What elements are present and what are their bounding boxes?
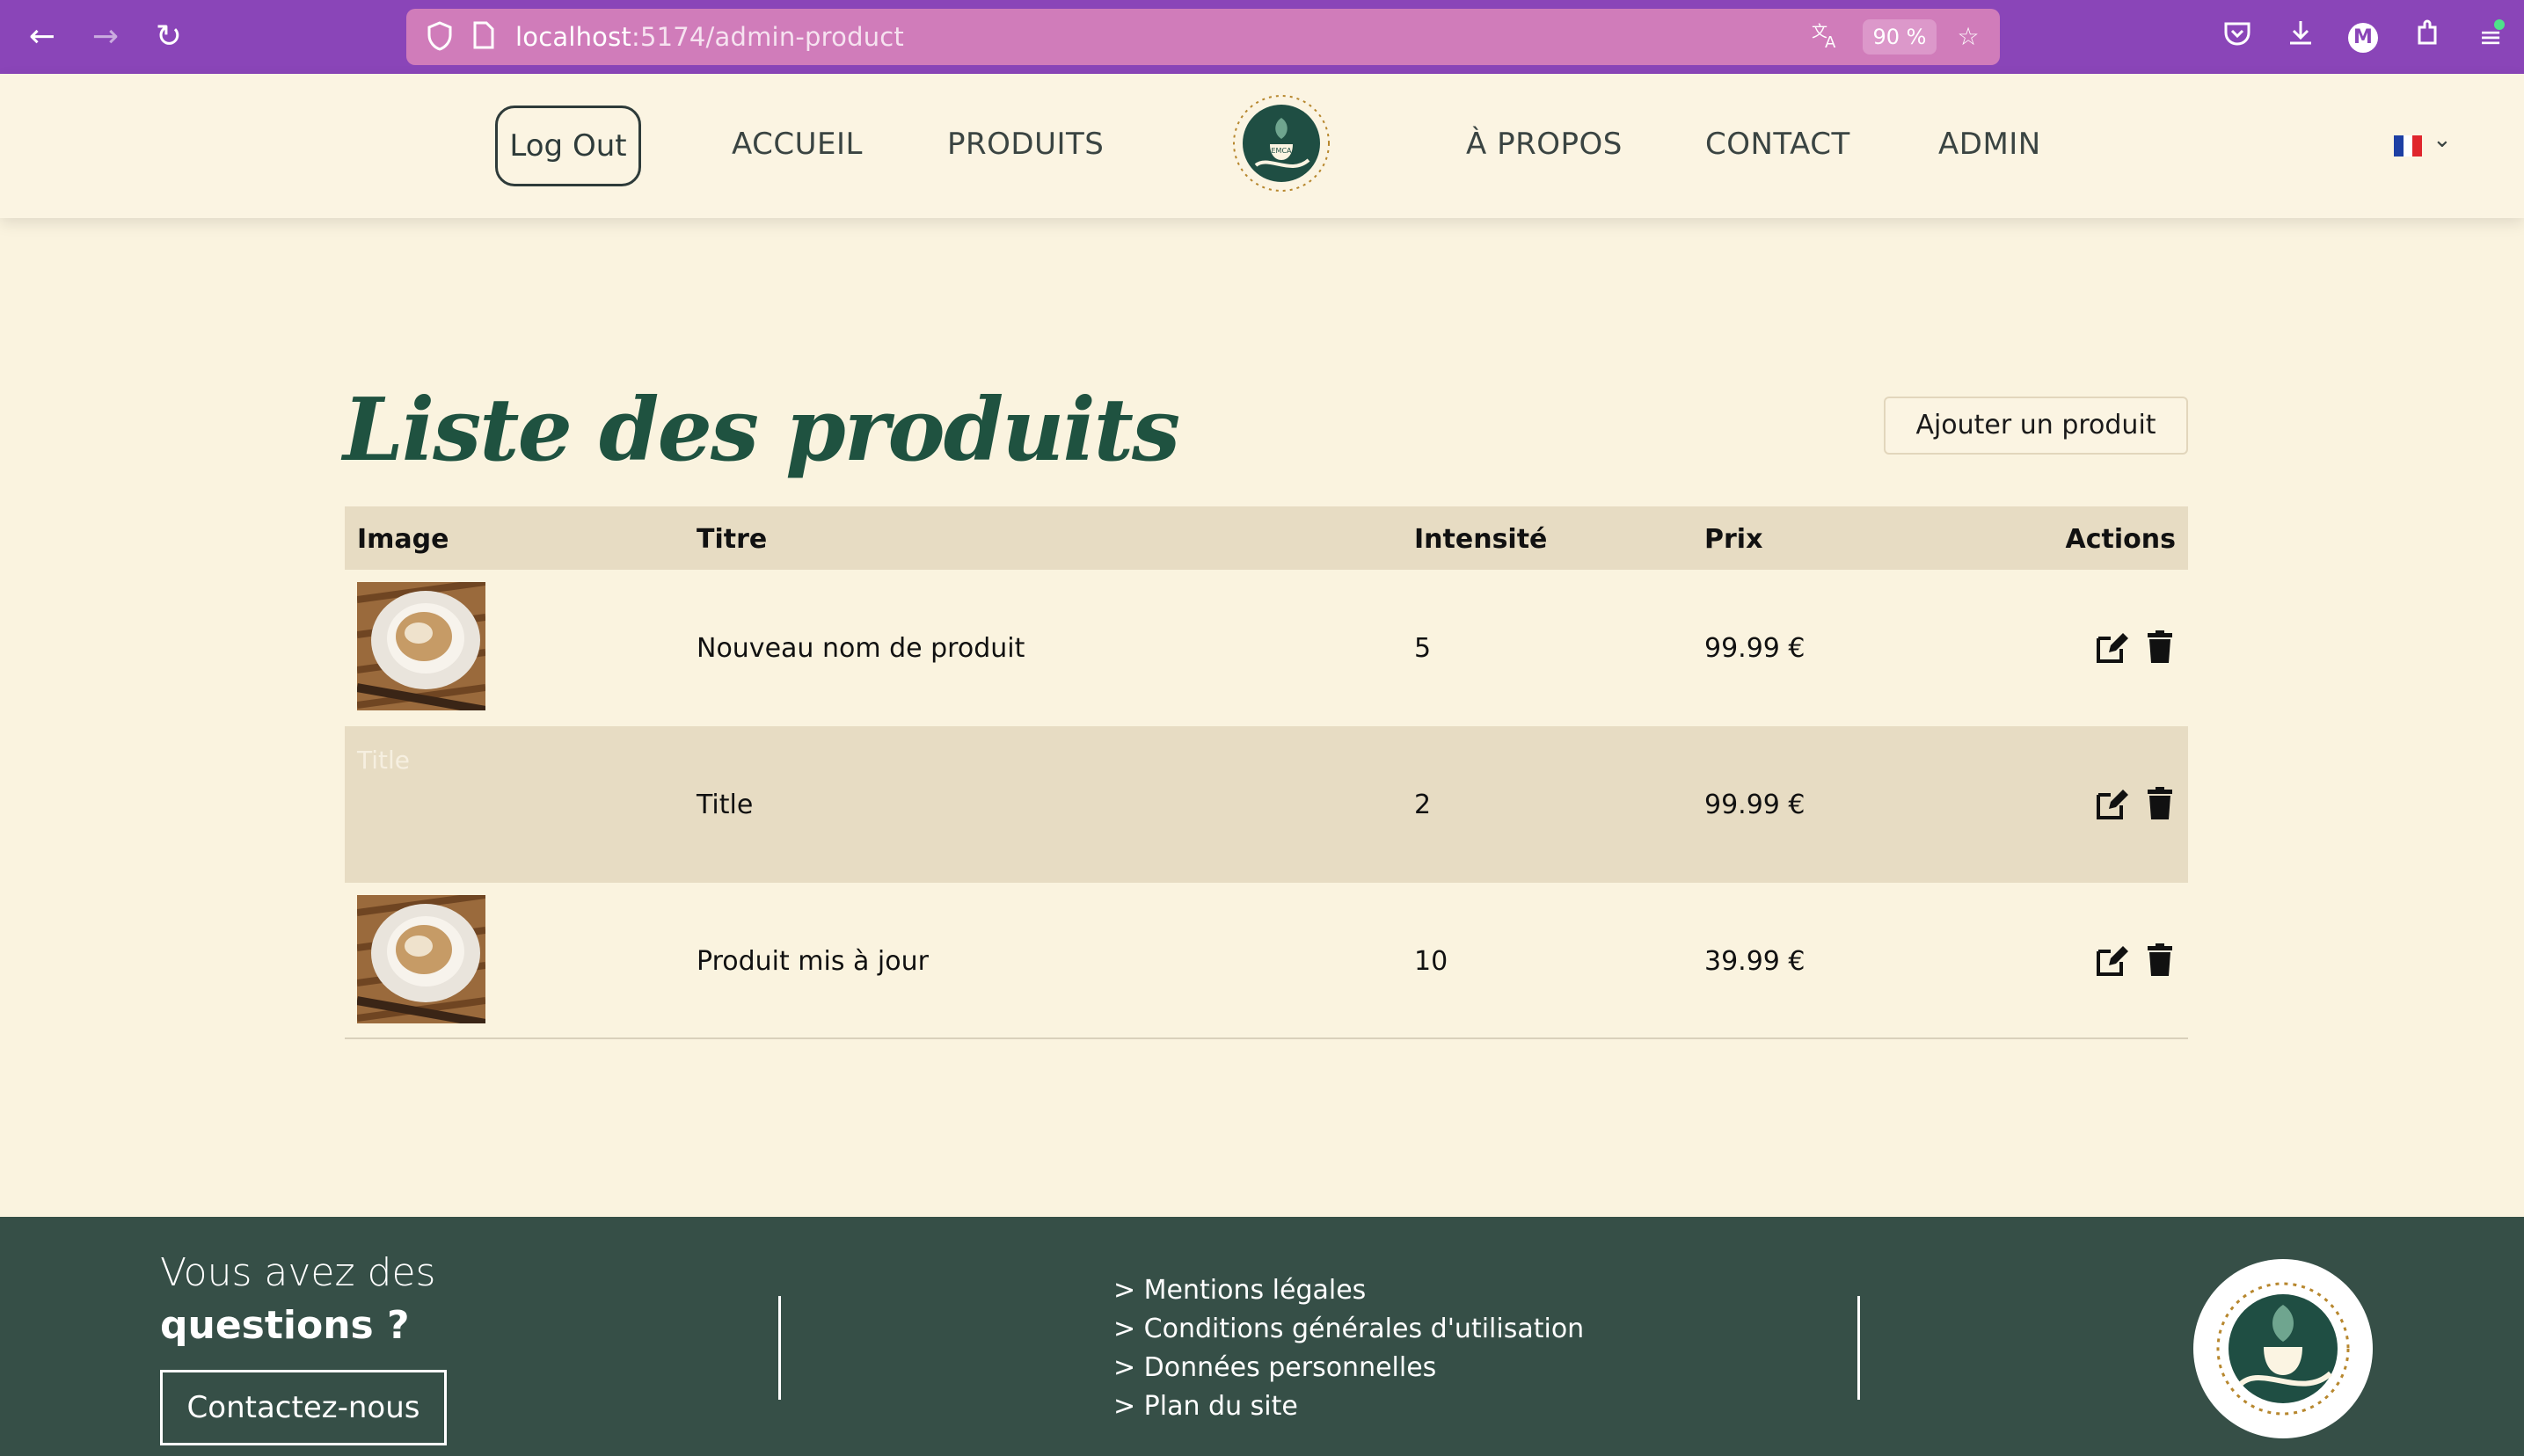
table-row: Nouveau nom de produit 5 99.99 € [345,570,2188,726]
edit-icon[interactable] [2095,786,2130,821]
nav-contact[interactable]: CONTACT [1705,127,1850,162]
products-table: Image Titre Intensité Prix Actions Nouve… [345,506,2188,1039]
shield-icon[interactable] [424,21,456,53]
nav-a-propos[interactable]: À PROPOS [1466,127,1623,162]
table-row: Title Title 2 99.99 € [345,726,2188,883]
footer-links: > Mentions légales > Conditions générale… [1113,1271,1584,1426]
col-intensity: Intensité [1414,524,1548,555]
footer-link-cgu[interactable]: > Conditions générales d'utilisation [1113,1310,1584,1349]
reload-icon[interactable]: ↻ [150,18,188,56]
site-header: Log Out ACCUEIL PRODUITS EMCA À PROPOS C… [0,74,2524,218]
col-price: Prix [1704,524,1763,555]
forward-arrow-icon[interactable]: → [86,18,125,56]
footer-question-line1: Vous avez des [160,1250,436,1295]
table-row: Produit mis à jour 10 39.99 € [345,883,2188,1039]
french-flag-icon[interactable] [2394,135,2423,157]
nav-admin[interactable]: ADMIN [1938,127,2041,162]
product-price: 99.99 € [1704,790,1805,820]
url-text[interactable]: localhost:5174/admin-product [515,22,904,52]
trash-icon[interactable] [2142,786,2177,821]
product-price: 99.99 € [1704,633,1805,664]
translate-icon[interactable]: 文A [1810,21,1842,53]
logo-text: EMCA [1271,147,1292,155]
address-bar[interactable]: localhost:5174/admin-product 文A 90 % ☆ [406,9,2000,65]
footer-divider [1857,1296,1860,1400]
back-arrow-icon[interactable]: ← [23,18,62,56]
col-title: Titre [697,524,768,555]
nav-produits[interactable]: PRODUITS [947,127,1104,162]
site-footer: Vous avez des questions ? Contactez-nous… [0,1217,2524,1456]
edit-icon[interactable] [2095,943,2130,978]
download-icon[interactable] [2281,18,2320,56]
product-image [357,582,485,710]
brand-logo[interactable]: EMCA [1229,91,1333,195]
footer-question-line2: questions ? [160,1303,410,1348]
update-dot [2494,19,2505,30]
product-title: Nouveau nom de produit [697,633,1025,664]
extensions-icon[interactable] [2408,18,2447,56]
page-title: Liste des produits [343,380,1180,481]
svg-text:A: A [1825,33,1836,49]
chevron-down-icon[interactable]: ⌄ [2433,127,2452,153]
col-image: Image [357,524,449,555]
product-price: 39.99 € [1704,946,1805,977]
product-image [357,895,485,1023]
footer-logo [2193,1259,2373,1438]
add-product-button[interactable]: Ajouter un produit [1884,397,2188,455]
trash-icon[interactable] [2142,943,2177,978]
product-intensity: 5 [1414,633,1432,664]
star-icon[interactable]: ☆ [1952,21,1984,53]
table-header: Image Titre Intensité Prix Actions [345,506,2188,570]
logout-button[interactable]: Log Out [495,106,641,186]
page-icon [468,21,500,53]
edit-icon[interactable] [2095,630,2130,665]
footer-link-plan[interactable]: > Plan du site [1113,1387,1584,1426]
product-title: Produit mis à jour [697,946,929,977]
col-actions: Actions [2065,524,2176,555]
product-intensity: 2 [1414,790,1432,820]
profile-avatar[interactable]: M [2348,23,2378,53]
footer-link-mentions[interactable]: > Mentions légales [1113,1271,1584,1310]
pocket-icon[interactable] [2218,18,2257,56]
footer-divider [778,1296,781,1400]
trash-icon[interactable] [2142,630,2177,665]
browser-toolbar: ← → ↻ localhost:5174/admin-product 文A 90… [0,0,2524,74]
url-path: :5174/admin-product [631,22,904,52]
product-intensity: 10 [1414,946,1448,977]
url-host: localhost [515,22,631,52]
nav-accueil[interactable]: ACCUEIL [732,127,863,162]
zoom-level[interactable]: 90 % [1863,19,1937,55]
contact-us-button[interactable]: Contactez-nous [160,1370,447,1445]
broken-image-alt: Title [357,746,411,775]
footer-link-donnees[interactable]: > Données personnelles [1113,1349,1584,1387]
product-title: Title [697,790,754,820]
